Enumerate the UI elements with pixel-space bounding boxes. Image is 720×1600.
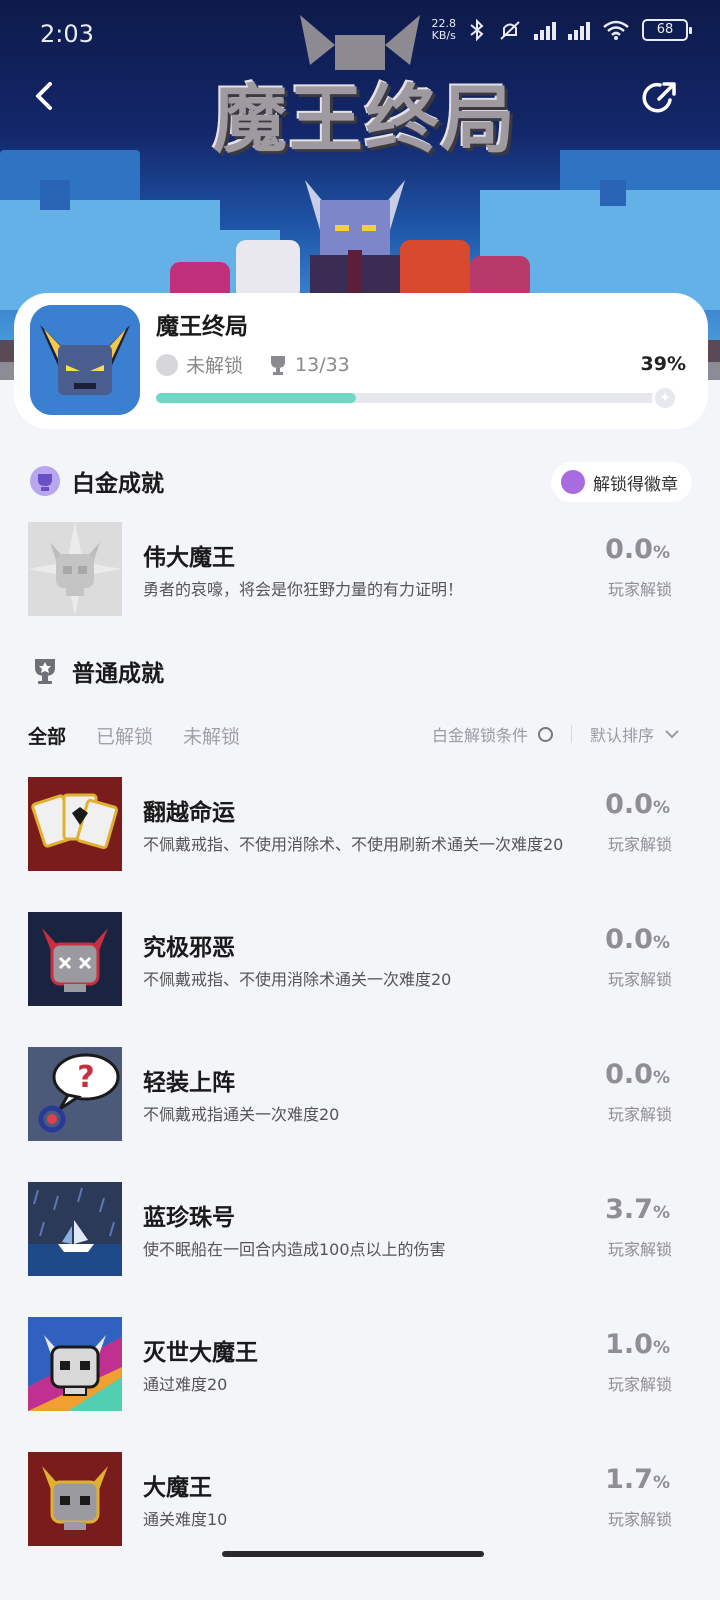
game-summary-card: 魔王终局 未解锁 13/33 39% ✦ <box>14 293 708 429</box>
signal-icon-2 <box>568 20 590 40</box>
achievement-percent: 0.0% <box>605 924 670 955</box>
progress-fill <box>156 393 356 403</box>
platinum-section-title: 白金成就 <box>72 471 164 497</box>
achievement-desc: 不佩戴戒指通关一次难度20 <box>143 1105 340 1124</box>
achievement-row[interactable]: 蓝珍珠号 使不眠船在一回合内造成100点以上的伤害 3.7% 玩家解锁 <box>28 1182 692 1276</box>
trophy-icon <box>271 355 286 375</box>
achievement-row[interactable]: ? 轻装上阵 不佩戴戒指通关一次难度20 0.0% 玩家解锁 <box>28 1047 692 1141</box>
achievement-thumb-question: ? <box>28 1047 122 1141</box>
tab-unlocked[interactable]: 已解锁 <box>96 722 153 749</box>
achievement-thumb-skull-rainbow <box>28 1317 122 1411</box>
trophy-cup-icon <box>35 659 55 684</box>
achievement-name: 究极邪恶 <box>143 935 235 961</box>
completion-progress-bar: ✦ <box>156 385 678 411</box>
achievement-percent: 0.0% <box>605 1059 670 1090</box>
bluetooth-icon <box>470 19 484 41</box>
achievement-name: 蓝珍珠号 <box>143 1205 235 1231</box>
achievement-row[interactable]: 灭世大魔王 通过难度20 1.0% 玩家解锁 <box>28 1317 692 1411</box>
achievement-filter-tabs: 全部 已解锁 未解锁 <box>28 722 240 749</box>
achievement-percent: 0.0% <box>605 534 670 565</box>
platinum-condition-filter[interactable]: 白金解锁条件 <box>432 722 528 746</box>
platinum-endpoint-icon: ✦ <box>652 385 678 411</box>
achievement-thumb-cards <box>28 777 122 871</box>
platinum-icon <box>156 353 178 376</box>
wifi-icon <box>603 20 629 40</box>
platinum-achievement-thumb <box>28 522 122 616</box>
achievement-unlock-label: 玩家解锁 <box>607 970 672 989</box>
platinum-status: 未解锁 <box>186 355 244 377</box>
achievement-unlock-label: 玩家解锁 <box>607 1105 672 1124</box>
normal-section-title: 普通成就 <box>72 661 164 687</box>
platinum-cup-icon <box>30 466 60 496</box>
achievement-name: 灭世大魔王 <box>143 1340 258 1366</box>
achievement-thumb-ship <box>28 1182 122 1276</box>
achievement-desc: 勇者的哀嚎，将会是你狂野力量的有力证明！ <box>143 580 464 599</box>
unlock-badge-button[interactable]: 解锁得徽章 <box>551 462 692 502</box>
achievement-row[interactable]: 翻越命运 不佩戴戒指、不使用消除术、不使用刷新术通关一次难度20 0.0% 玩家… <box>28 777 692 871</box>
achievement-percent: 3.7% <box>605 1194 670 1225</box>
platinum-section-header: 白金成就 <box>28 464 164 498</box>
status-time: 2:03 <box>40 20 94 48</box>
tab-locked[interactable]: 未解锁 <box>183 722 240 749</box>
game-icon[interactable] <box>30 305 140 415</box>
share-icon[interactable] <box>640 78 680 118</box>
achievement-desc: 不佩戴戒指、不使用消除术、不使用刷新术通关一次难度20 <box>143 835 564 854</box>
sort-dropdown[interactable]: 默认排序 <box>590 722 654 746</box>
chevron-down-icon[interactable] <box>664 728 680 740</box>
tab-all[interactable]: 全部 <box>28 722 66 749</box>
back-arrow-icon[interactable] <box>26 76 66 116</box>
mute-icon <box>500 21 520 40</box>
achievement-unlock-label: 玩家解锁 <box>607 1375 672 1394</box>
achievement-row[interactable]: 究极邪恶 不佩戴戒指、不使用消除术通关一次难度20 0.0% 玩家解锁 <box>28 912 692 1006</box>
trophy-count: 13/33 <box>295 353 350 376</box>
achievement-row[interactable]: 大魔王 通关难度10 1.7% 玩家解锁 <box>28 1452 692 1546</box>
achievement-unlock-label: 玩家解锁 <box>607 1240 672 1259</box>
normal-section-header: 普通成就 <box>28 654 164 688</box>
achievement-name: 大魔王 <box>143 1475 212 1501</box>
badge-icon <box>561 470 585 494</box>
achievement-name: 轻装上阵 <box>143 1070 235 1096</box>
svg-text:?: ? <box>77 1060 94 1095</box>
achievement-desc: 通关难度10 <box>143 1510 228 1529</box>
signal-icon <box>534 20 556 40</box>
achievement-unlock-label: 玩家解锁 <box>607 580 672 599</box>
platinum-condition-radio[interactable] <box>537 726 553 742</box>
game-logo: 魔王终局 <box>213 76 517 163</box>
home-indicator[interactable] <box>222 1551 484 1557</box>
achievement-unlock-label: 玩家解锁 <box>607 835 672 854</box>
achievement-thumb-skull-gold <box>28 1452 122 1546</box>
achievement-desc: 使不眠船在一回合内造成100点以上的伤害 <box>143 1240 446 1259</box>
achievement-unlock-label: 玩家解锁 <box>607 1510 672 1529</box>
achievement-desc: 通过难度20 <box>143 1375 228 1394</box>
battery-indicator: 68 <box>642 19 692 41</box>
status-bar: 2:03 22.8 KB/s 68 <box>0 0 720 66</box>
platinum-achievement-row[interactable]: 伟大魔王 勇者的哀嚎，将会是你狂野力量的有力证明！ 0.0% 玩家解锁 <box>28 522 692 616</box>
achievement-name: 翻越命运 <box>143 800 235 826</box>
achievement-percent: 1.0% <box>605 1329 670 1360</box>
game-title: 魔王终局 <box>156 314 248 340</box>
network-speed: 22.8 KB/s <box>431 17 457 42</box>
game-meta: 未解锁 13/33 <box>156 351 350 378</box>
achievement-thumb-skull-dark <box>28 912 122 1006</box>
list-filters: 白金解锁条件 默认排序 <box>432 722 680 746</box>
achievement-desc: 不佩戴戒指、不使用消除术通关一次难度20 <box>143 970 452 989</box>
achievement-name: 伟大魔王 <box>143 545 235 571</box>
completion-percent: 39% <box>640 353 686 375</box>
achievement-percent: 1.7% <box>605 1464 670 1495</box>
achievement-percent: 0.0% <box>605 789 670 820</box>
